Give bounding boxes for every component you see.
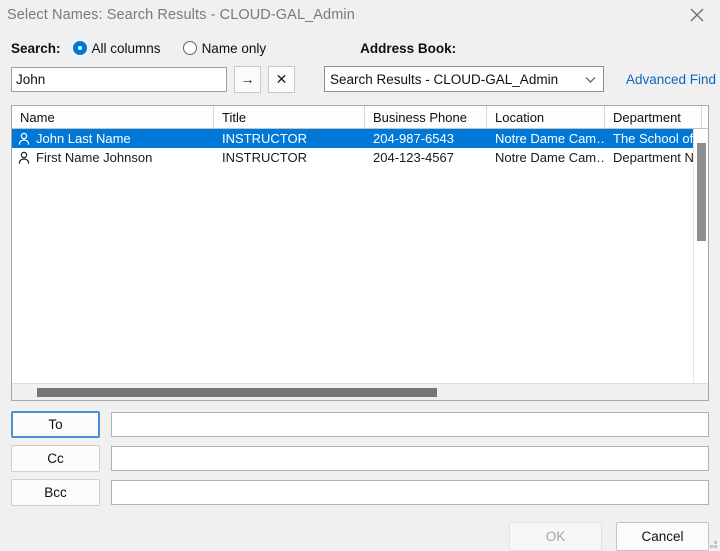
to-field[interactable] <box>111 412 709 437</box>
cc-field[interactable] <box>111 446 709 471</box>
bcc-button[interactable]: Bcc <box>11 479 100 506</box>
table-row[interactable]: First Name Johnson INSTRUCTOR204-123-4567… <box>12 148 708 167</box>
search-controls-row: → ✕ Search Results - CLOUD-GAL_Admin Adv… <box>0 63 720 95</box>
search-clear-icon[interactable]: ✕ <box>268 66 295 93</box>
grid-column-header[interactable]: Business Phone <box>365 106 487 128</box>
address-book-selected-value: Search Results - CLOUD-GAL_Admin <box>330 72 558 87</box>
radio-name-only[interactable]: Name only <box>183 41 267 56</box>
bcc-field[interactable] <box>111 480 709 505</box>
grid-header: NameTitleBusiness PhoneLocationDepartmen… <box>12 106 708 129</box>
address-book-select[interactable]: Search Results - CLOUD-GAL_Admin <box>324 66 604 92</box>
table-row[interactable]: John Last Name INSTRUCTOR204-987-6543Notr… <box>12 129 708 148</box>
search-go-icon[interactable]: → <box>234 66 261 93</box>
resize-grip[interactable] <box>706 537 717 548</box>
grid-column-header[interactable]: Name <box>12 106 214 128</box>
select-names-dialog: Select Names: Search Results - CLOUD-GAL… <box>0 0 720 551</box>
cancel-button[interactable]: Cancel <box>616 522 709 551</box>
radio-all-columns[interactable]: All columns <box>73 41 161 56</box>
table-cell-department: Department Na… <box>605 150 702 165</box>
table-cell-title: INSTRUCTOR <box>214 131 365 146</box>
radio-name-only-label: Name only <box>202 41 267 56</box>
recipient-row: To <box>11 411 709 438</box>
grid-column-header[interactable]: Department <box>605 106 702 128</box>
advanced-find-link[interactable]: Advanced Find <box>626 72 716 87</box>
table-cell-name: First Name Johnson <box>12 150 214 165</box>
dialog-title: Select Names: Search Results - CLOUD-GAL… <box>0 7 355 23</box>
recipient-row: Cc <box>11 445 709 472</box>
table-cell-name: John Last Name <box>12 131 214 146</box>
chevron-down-icon <box>585 72 596 87</box>
table-cell-title: INSTRUCTOR <box>214 150 365 165</box>
grid-column-header[interactable]: Location <box>487 106 605 128</box>
search-area: Search: All columns Name only Address Bo… <box>0 30 720 95</box>
horizontal-scrollbar-thumb[interactable] <box>37 388 437 397</box>
radio-name-only-indicator <box>183 41 197 55</box>
grid-column-header[interactable]: Title <box>214 106 365 128</box>
recipient-rows: To Cc Bcc <box>0 411 720 513</box>
contact-icon <box>17 151 36 165</box>
horizontal-scrollbar[interactable] <box>12 383 708 400</box>
table-cell-text: First Name Johnson <box>36 150 152 165</box>
table-cell-location: Notre Dame Cam… <box>487 131 605 146</box>
to-button[interactable]: To <box>11 411 100 438</box>
vertical-scrollbar-thumb[interactable] <box>697 143 706 241</box>
dialog-footer: OK Cancel <box>0 522 720 551</box>
radio-all-columns-indicator <box>73 41 87 55</box>
table-cell-department: The School of … <box>605 131 702 146</box>
cc-button[interactable]: Cc <box>11 445 100 472</box>
recipient-row: Bcc <box>11 479 709 506</box>
vertical-scrollbar[interactable] <box>693 129 708 383</box>
search-label: Search: <box>11 41 61 56</box>
table-cell-text: John Last Name <box>36 131 131 146</box>
table-cell-location: Notre Dame Cam… <box>487 150 605 165</box>
address-book-label: Address Book: <box>360 41 456 56</box>
grid-column-header[interactable]: E… <box>702 106 709 128</box>
title-bar: Select Names: Search Results - CLOUD-GAL… <box>0 0 720 30</box>
table-cell-business-phone: 204-123-4567 <box>365 150 487 165</box>
results-list: NameTitleBusiness PhoneLocationDepartmen… <box>11 105 709 401</box>
grid-body[interactable]: John Last Name INSTRUCTOR204-987-6543Notr… <box>12 129 708 383</box>
ok-button[interactable]: OK <box>509 522 602 551</box>
search-labels-row: Search: All columns Name only Address Bo… <box>0 36 720 60</box>
close-icon[interactable] <box>674 0 720 30</box>
radio-all-columns-label: All columns <box>92 41 161 56</box>
contact-icon <box>17 132 36 146</box>
search-input[interactable] <box>11 67 227 92</box>
table-cell-business-phone: 204-987-6543 <box>365 131 487 146</box>
